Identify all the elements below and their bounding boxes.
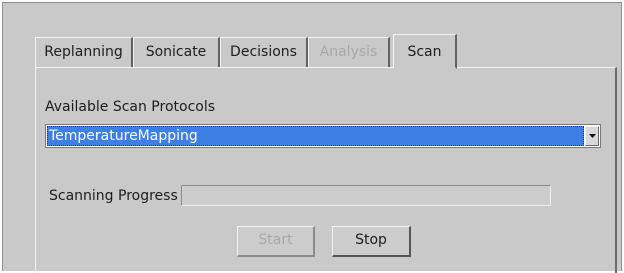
scan-protocol-select[interactable]: TemperatureMapping — [45, 124, 601, 148]
chevron-down-icon — [588, 134, 596, 138]
dropdown-button[interactable] — [585, 126, 599, 146]
tab-analysis: Analysis — [308, 37, 390, 67]
scan-protocols-label: Available Scan Protocols — [45, 99, 216, 115]
start-button: Start — [237, 226, 315, 257]
stop-button[interactable]: Stop — [332, 226, 411, 257]
scan-protocol-value: TemperatureMapping — [47, 126, 584, 146]
scan-panel: Available Scan Protocols TemperatureMapp… — [35, 67, 617, 273]
tab-replanning[interactable]: Replanning — [35, 37, 133, 67]
tab-scan[interactable]: Scan — [393, 34, 457, 69]
tab-decisions[interactable]: Decisions — [220, 37, 308, 67]
tab-sonicate[interactable]: Sonicate — [133, 37, 220, 67]
scan-window: Replanning Sonicate Decisions Analysis S… — [2, 2, 622, 273]
scanning-progress-label: Scanning Progress — [49, 188, 178, 204]
scanning-progress-bar — [181, 185, 551, 206]
